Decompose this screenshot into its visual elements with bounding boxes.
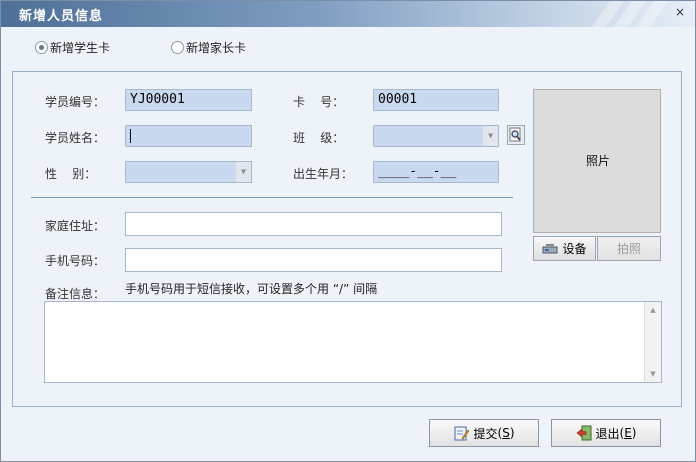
exit-button[interactable]: 退出(E) [551, 419, 661, 447]
photo-frame: 照片 [533, 89, 661, 233]
phone-field[interactable] [125, 248, 502, 272]
scroll-down-icon[interactable]: ▼ [645, 366, 661, 382]
divider [31, 197, 513, 198]
radio-label-parent-card: 新增家长卡 [186, 41, 247, 55]
scroll-up-icon[interactable]: ▲ [645, 302, 661, 318]
window-title: 新增人员信息 [19, 9, 104, 24]
chevron-down-icon[interactable]: ▼ [482, 126, 498, 146]
name-label: 学员姓名： [45, 131, 106, 145]
radio-label-student-card: 新增学生卡 [50, 41, 111, 55]
close-button[interactable]: × [673, 5, 687, 19]
address-label: 家庭住址： [45, 219, 106, 233]
search-icon [509, 127, 521, 142]
phone-label: 手机号码： [45, 254, 106, 268]
birth-label: 出生年月： [293, 167, 354, 181]
card-no-field[interactable]: 00001 [373, 89, 499, 111]
radio-student-card[interactable]: 新增学生卡 [35, 39, 110, 56]
exit-icon [576, 425, 591, 441]
radio-parent-card[interactable]: 新增家长卡 [171, 39, 246, 56]
name-field[interactable] [125, 125, 252, 147]
card-no-label: 卡 号： [293, 95, 345, 109]
exit-button-label: 退出 [595, 426, 620, 441]
capture-button[interactable]: 拍照 [597, 236, 661, 261]
device-button[interactable]: 设备 [533, 236, 596, 261]
submit-hotkey: S [502, 426, 510, 440]
exit-hotkey: E [624, 426, 632, 440]
remark-label: 备注信息： [45, 287, 106, 301]
submit-button-label: 提交 [473, 426, 498, 441]
photo-label: 照片 [585, 154, 610, 168]
dialog-window: 新增人员信息 × 新增学生卡 新增家长卡 学员编号： YJ00001 卡 号： … [0, 0, 696, 462]
radio-unchecked-icon [171, 41, 184, 54]
student-no-label: 学员编号： [45, 95, 106, 109]
title-bar: 新增人员信息 × [1, 1, 695, 27]
capture-button-label: 拍照 [616, 242, 641, 256]
remark-hint: 手机号码用于短信接收，可设置多个用 “/” 间隔 [125, 282, 378, 296]
submit-icon [454, 426, 470, 441]
remark-textarea[interactable]: ▲ ▼ [44, 301, 662, 383]
remark-scrollbar[interactable]: ▲ ▼ [644, 302, 661, 382]
radio-checked-icon [35, 41, 48, 54]
device-icon [542, 243, 558, 253]
birth-field[interactable]: ____-__-__ [373, 161, 499, 183]
search-class-button[interactable] [507, 125, 525, 145]
class-label: 班 级： [293, 131, 345, 145]
device-button-label: 设备 [562, 242, 587, 256]
student-no-field[interactable]: YJ00001 [125, 89, 252, 111]
submit-button[interactable]: 提交(S) [429, 419, 539, 447]
gender-select[interactable]: ▼ [125, 161, 252, 183]
class-select[interactable]: ▼ [373, 125, 499, 147]
gender-label: 性 别： [45, 167, 97, 181]
text-caret [130, 128, 131, 143]
address-field[interactable] [125, 212, 502, 236]
chevron-down-icon[interactable]: ▼ [235, 162, 251, 182]
